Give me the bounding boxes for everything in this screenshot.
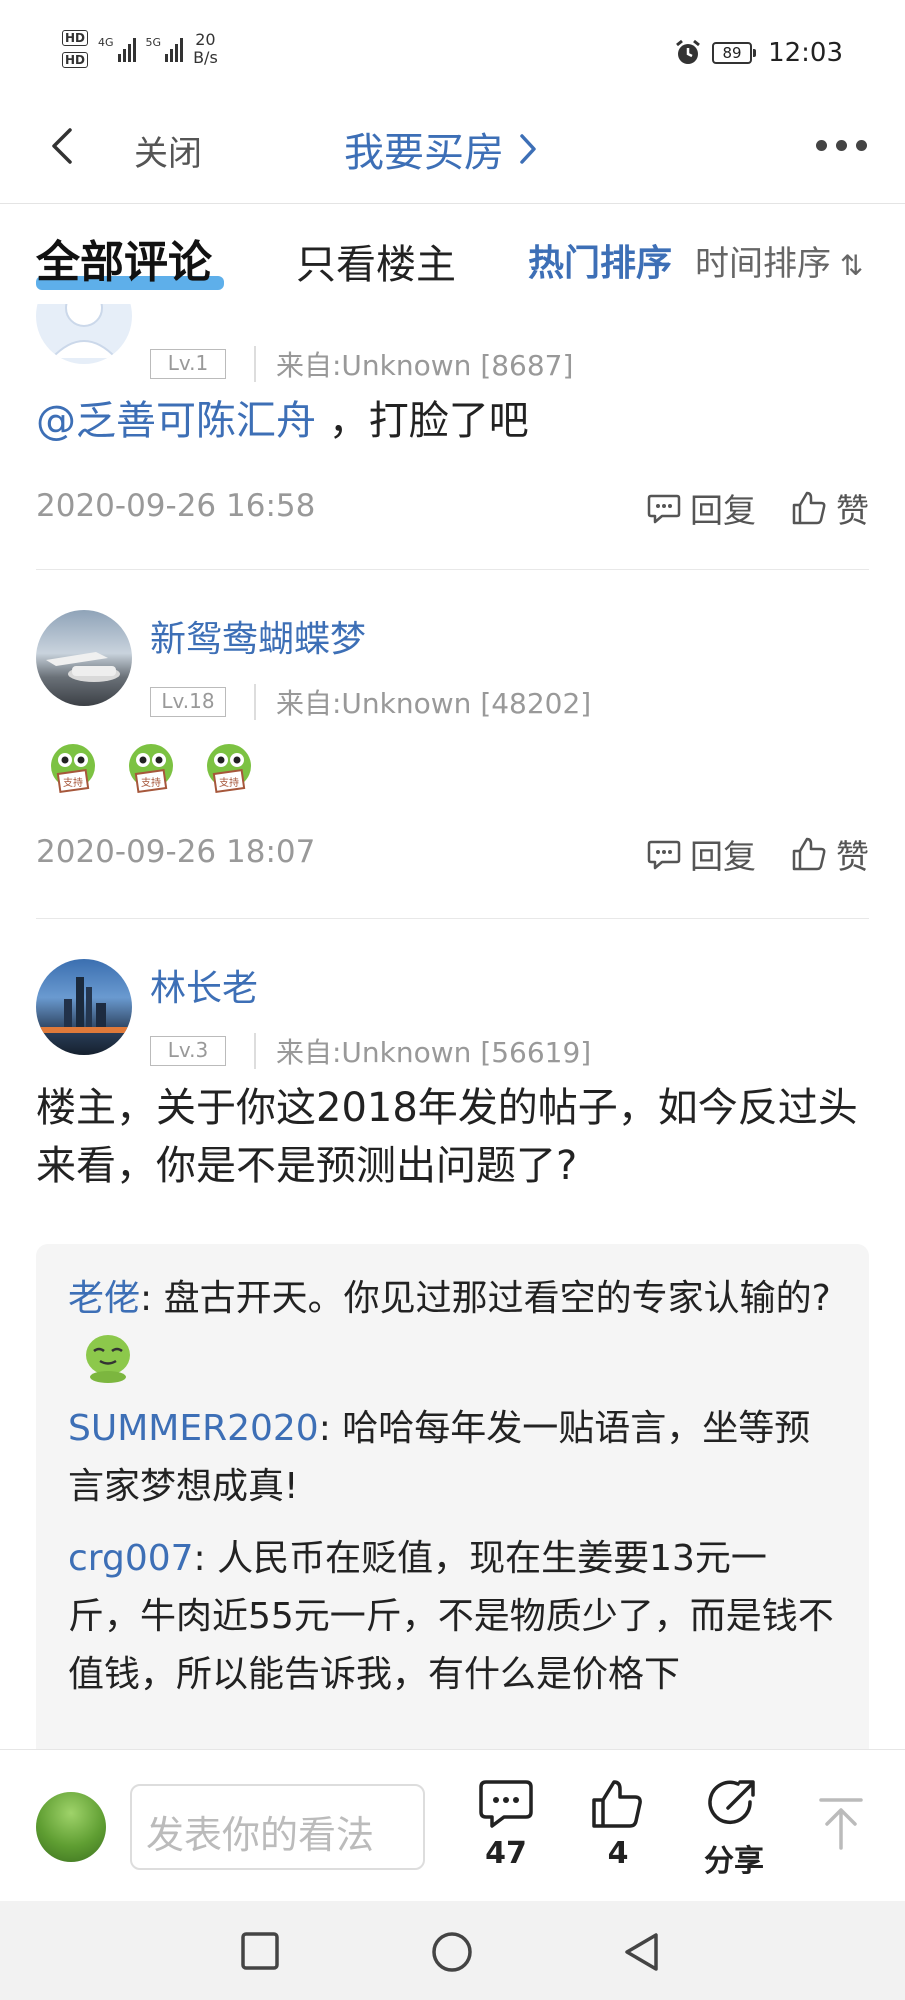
- tab-owner-only[interactable]: 只看楼主: [296, 232, 456, 290]
- comment-meta: Lv.3 来自:Unknown [56619]: [150, 1031, 591, 1071]
- like-button[interactable]: 赞: [790, 484, 869, 532]
- hd2-indicator: HD: [62, 52, 89, 68]
- home-circle-icon[interactable]: [431, 1931, 473, 1973]
- tab-all-comments[interactable]: 全部评论: [36, 226, 212, 290]
- speed-unit: B/s: [193, 48, 218, 67]
- sticker-row: 支持 支持 支持: [44, 740, 258, 798]
- svg-text:支持: 支持: [141, 776, 161, 789]
- comment-meta: Lv.18 来自:Unknown [48202]: [150, 682, 591, 722]
- sort-hot-button[interactable]: 热门排序: [528, 234, 672, 286]
- alarm-icon: [676, 39, 700, 64]
- reply-button[interactable]: 回复: [646, 484, 756, 532]
- comments-count-button[interactable]: 47: [466, 1778, 546, 1871]
- mention-link[interactable]: @乏善可陈汇舟: [36, 398, 316, 444]
- level-badge: Lv.18: [150, 687, 226, 717]
- status-bar: HD HD 4G 5G 20 B/s 89 12:03: [0, 0, 905, 100]
- reply-list[interactable]: 老佬: 盘古开天。你见过那过看空的专家认输的? SUMMER2020: 哈哈每年…: [36, 1244, 869, 1749]
- more-options-icon[interactable]: [816, 140, 867, 151]
- level-badge: Lv.3: [150, 1036, 226, 1066]
- status-left: HD HD 4G 5G 20 B/s: [62, 30, 218, 68]
- comment-time: 2020-09-26 16:58: [36, 488, 316, 524]
- smug-face-icon: [86, 1335, 130, 1383]
- network-speed: 20 B/s: [193, 31, 218, 67]
- username[interactable]: 新鸳鸯蝴蝶梦: [150, 610, 366, 662]
- reply-item[interactable]: 老佬: 盘古开天。你见过那过看空的专家认输的?: [68, 1270, 837, 1386]
- title-bar: 关闭 我要买房: [0, 100, 905, 204]
- reply-button[interactable]: 回复: [646, 830, 756, 878]
- sort-time-label: 时间排序: [695, 244, 831, 284]
- like-button[interactable]: 赞: [790, 830, 869, 878]
- sort-time-button[interactable]: 时间排序 ⇅: [695, 236, 870, 285]
- comment-list[interactable]: Lv.1 来自:Unknown [8687] @乏善可陈汇舟 ，打脸了吧 202…: [0, 304, 905, 1749]
- comment-count: 47: [485, 1836, 527, 1871]
- comment-icon: [647, 494, 681, 524]
- back-to-top-icon[interactable]: [816, 1796, 866, 1852]
- reply-username[interactable]: 老佬: [68, 1278, 140, 1319]
- source-text: 来自:Unknown [8687]: [276, 349, 574, 382]
- comment-item: 新鸳鸯蝴蝶梦 Lv.18 来自:Unknown [48202] 支持 支持 支持…: [36, 570, 869, 918]
- close-button[interactable]: 关闭: [134, 126, 202, 175]
- bottom-action-bar: 发表你的看法 47 4 分享: [0, 1749, 905, 1901]
- system-nav-bar: [0, 1901, 905, 2000]
- like-count-button[interactable]: 4: [578, 1778, 658, 1871]
- comment-text: 楼主，关于你这2018年发的帖子，如今反过头来看，你是不是预测出问题了?: [36, 1085, 858, 1189]
- forum-title-link[interactable]: 我要买房: [344, 120, 538, 178]
- page-title: 我要买房: [344, 130, 504, 176]
- reply-label: 回复: [690, 837, 756, 876]
- reply-item[interactable]: crg007: 人民币在贬值，现在生姜要13元一斤，牛肉近55元一斤，不是物质少…: [68, 1530, 837, 1704]
- avatar[interactable]: [36, 610, 132, 706]
- battery-icon: 89: [712, 42, 757, 64]
- status-right: 89 12:03: [674, 38, 843, 68]
- back-triangle-icon[interactable]: [622, 1931, 662, 1973]
- comment-tabs: 全部评论 只看楼主 热门排序 时间排序 ⇅: [0, 204, 905, 304]
- network-type-2: 5G: [145, 36, 162, 49]
- level-badge: Lv.1: [150, 349, 226, 379]
- reply-text: : 盘古开天。你见过那过看空的专家认输的?: [140, 1278, 831, 1319]
- source-text: 来自:Unknown [48202]: [276, 687, 592, 720]
- username[interactable]: 林长老: [150, 959, 258, 1011]
- support-sticker-icon: 支持: [207, 744, 251, 793]
- my-avatar[interactable]: [36, 1792, 106, 1862]
- hd1-indicator: HD: [62, 30, 89, 46]
- avatar[interactable]: [36, 959, 132, 1055]
- thumbs-up-icon: [792, 837, 826, 871]
- avatar[interactable]: [36, 304, 132, 364]
- like-label: 赞: [836, 491, 869, 530]
- comment-input[interactable]: 发表你的看法: [130, 1784, 425, 1870]
- like-label: 赞: [836, 837, 869, 876]
- comment-meta: Lv.1 来自:Unknown [8687]: [150, 344, 573, 384]
- reply-label: 回复: [690, 491, 756, 530]
- network-type-1: 4G: [98, 36, 114, 49]
- reply-username[interactable]: crg007: [68, 1538, 194, 1579]
- share-button[interactable]: 分享: [694, 1778, 774, 1880]
- thumbs-up-icon: [792, 491, 826, 525]
- comment-item: Lv.1 来自:Unknown [8687] @乏善可陈汇舟 ，打脸了吧 202…: [36, 304, 869, 569]
- svg-text:支持: 支持: [219, 776, 239, 789]
- comment-icon: [479, 1780, 533, 1828]
- svg-text:支持: 支持: [63, 776, 83, 789]
- comment-body: ，打脸了吧: [316, 398, 529, 444]
- share-label: 分享: [704, 1844, 764, 1879]
- like-count: 4: [607, 1836, 629, 1871]
- signal-icon-sim2: 5G: [146, 36, 184, 62]
- support-sticker-icon: 支持: [51, 744, 95, 793]
- recents-square-icon[interactable]: [240, 1931, 280, 1971]
- reply-username[interactable]: SUMMER2020: [68, 1408, 319, 1449]
- speed-value: 20: [195, 30, 216, 49]
- back-arrow-icon[interactable]: [48, 126, 78, 166]
- comment-actions: 回复 赞: [646, 830, 869, 878]
- signal-icon-sim1: 4G: [98, 36, 136, 62]
- share-icon: [708, 1780, 755, 1825]
- reply-item[interactable]: SUMMER2020: 哈哈每年发一贴语言，坐等预言家梦想成真!: [68, 1400, 837, 1516]
- chevron-right-icon: [520, 134, 536, 164]
- comment-time: 2020-09-26 18:07: [36, 834, 316, 870]
- clock: 12:03: [768, 38, 843, 68]
- comment-actions: 回复 赞: [646, 484, 869, 532]
- support-sticker-icon: 支持: [129, 744, 173, 793]
- source-text: 来自:Unknown [56619]: [276, 1036, 592, 1069]
- thumbs-up-icon: [592, 1780, 642, 1828]
- comment-icon: [647, 840, 681, 870]
- comment-text: @乏善可陈汇舟 ，打脸了吧: [36, 392, 869, 450]
